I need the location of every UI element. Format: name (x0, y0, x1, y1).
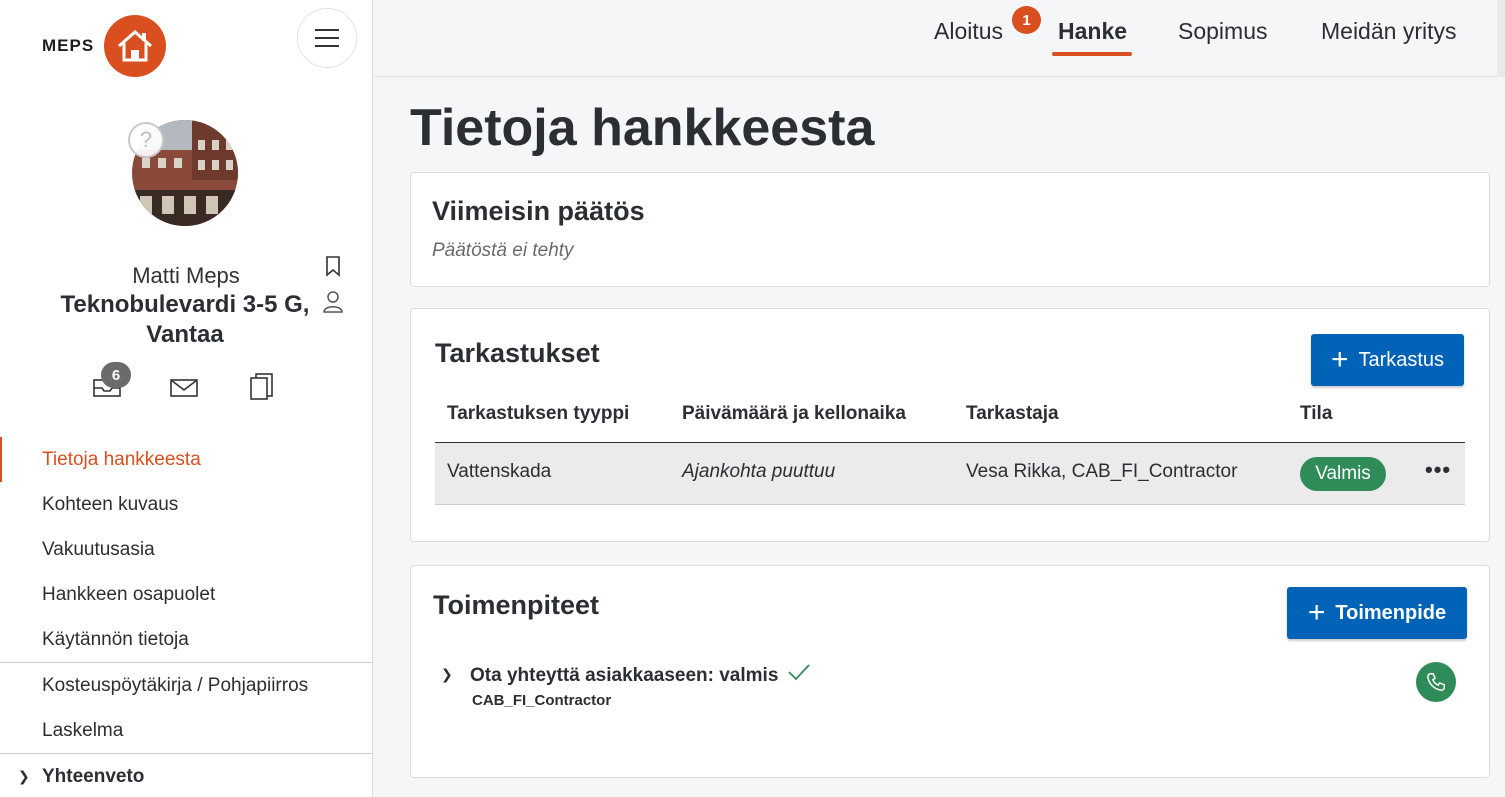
page-title: Tietoja hankkeesta (410, 99, 875, 157)
logo-text: MEPS (42, 36, 95, 55)
sidebar-item-kaytannon-tietoja[interactable]: Käytännön tietoja (0, 617, 372, 662)
sidebar-item-tietoja-hankkeesta[interactable]: Tietoja hankkeesta (0, 437, 372, 482)
add-inspection-label: Tarkastus (1358, 348, 1445, 371)
plus-icon: + (1330, 343, 1349, 376)
add-action-label: Toimenpide (1335, 601, 1447, 624)
table-row[interactable]: Vattenskada Ajankohta puuttuu Vesa Rikka… (435, 443, 1465, 505)
help-icon[interactable]: ? (128, 122, 164, 158)
decision-card: Viimeisin päätös Päätöstä ei tehty (410, 172, 1490, 287)
column-header[interactable]: Tila (1300, 403, 1332, 425)
decision-empty-text: Päätöstä ei tehty (432, 240, 574, 261)
decision-title: Viimeisin päätös (432, 196, 645, 226)
inspection-inspector: Vesa Rikka, CAB_FI_Contractor (966, 461, 1238, 482)
phone-icon (1427, 673, 1445, 691)
actions-card: Toimenpiteet + Toimenpide ❯ Ota yhteyttä… (410, 565, 1490, 778)
status-badge: Valmis (1300, 457, 1386, 491)
menu-line (315, 37, 339, 39)
column-header[interactable]: Tarkastuksen tyyppi (447, 403, 629, 425)
active-tab-indicator (1052, 52, 1132, 56)
sidebar-item-label: Yhteenveto (42, 765, 145, 787)
scrollbar[interactable] (1497, 0, 1505, 77)
tab-aloitus[interactable]: Aloitus (934, 18, 1003, 45)
menu-line (315, 45, 339, 47)
inspections-title: Tarkastukset (435, 338, 600, 368)
inspections-table-header: Tarkastuksen tyyppi Päivämäärä ja kellon… (435, 387, 1465, 443)
tab-sopimus[interactable]: Sopimus (1178, 18, 1267, 45)
action-item-title[interactable]: Ota yhteyttä asiakkaaseen: valmis (470, 665, 778, 687)
chevron-right-icon: ❯ (18, 768, 30, 784)
sidebar-item-vakuutusasia[interactable]: Vakuutusasia (0, 527, 372, 572)
bookmark-icon[interactable] (323, 255, 343, 282)
inspections-card: Tarkastukset + Tarkastus Tarkastuksen ty… (410, 308, 1490, 542)
phone-call-button[interactable] (1416, 662, 1456, 702)
sidebar-item-laskelma[interactable]: Laskelma (0, 708, 372, 753)
hamburger-menu-button[interactable] (297, 8, 357, 68)
sidebar-item-kosteuspoytakirja[interactable]: Kosteuspöytäkirja / Pohjapiirros (0, 663, 372, 708)
action-item-subtitle: CAB_FI_Contractor (472, 692, 612, 709)
owner-name: Matti Meps (132, 263, 240, 288)
add-inspection-button[interactable]: + Tarkastus (1311, 334, 1464, 386)
inbox-count-badge: 6 (101, 362, 131, 388)
sidebar-item-kohteen-kuvaus[interactable]: Kohteen kuvaus (0, 482, 372, 527)
plus-icon: + (1307, 596, 1326, 629)
tab-meidan-yritys[interactable]: Meidän yritys (1321, 18, 1456, 45)
documents-icon[interactable] (248, 371, 276, 406)
house-logo-icon (104, 15, 167, 77)
checkmark-icon (787, 662, 811, 687)
actions-title: Toimenpiteet (433, 590, 600, 620)
mail-icon[interactable] (170, 378, 198, 403)
column-header[interactable]: Tarkastaja (966, 403, 1059, 425)
add-action-button[interactable]: + Toimenpide (1287, 587, 1467, 639)
inspection-type: Vattenskada (447, 461, 552, 482)
sidebar-item-hankkeen-osapuolet[interactable]: Hankkeen osapuolet (0, 572, 372, 617)
menu-line (315, 29, 339, 31)
sidebar: MEPS ? Matti Meps Teknobulevardi 3-5 G, … (0, 0, 373, 797)
column-header[interactable]: Päivämäärä ja kellonaika (682, 403, 906, 425)
sidebar-nav: Tietoja hankkeesta Kohteen kuvaus Vakuut… (0, 437, 372, 797)
person-icon[interactable] (322, 290, 344, 319)
property-address: Teknobulevardi 3-5 G, Vantaa (60, 291, 310, 348)
more-options-icon[interactable]: ••• (1425, 457, 1451, 483)
notification-badge: 1 (1012, 6, 1041, 34)
sidebar-item-yhteenveto[interactable]: ❯ Yhteenveto (0, 754, 372, 797)
meps-logo[interactable]: MEPS (42, 15, 167, 77)
inspection-datetime: Ajankohta puuttuu (682, 461, 836, 482)
chevron-right-icon[interactable]: ❯ (441, 666, 453, 683)
tab-hanke[interactable]: Hanke (1058, 18, 1127, 45)
